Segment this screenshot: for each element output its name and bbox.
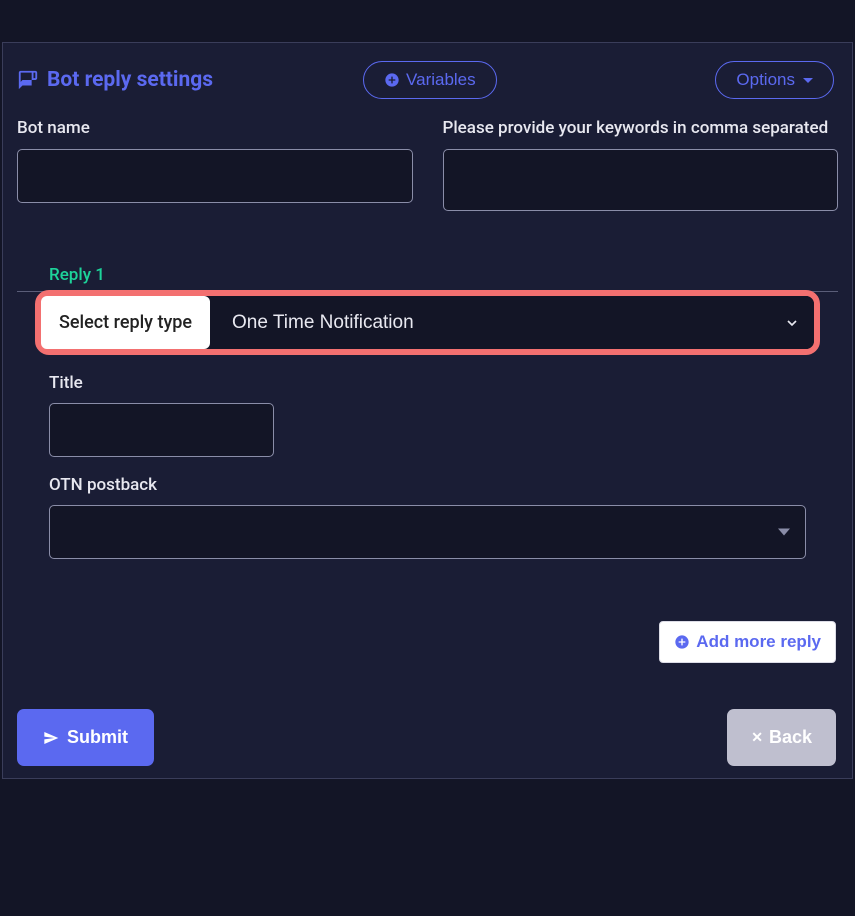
reply-type-label: Select reply type — [41, 296, 210, 349]
form-row: Bot name Please provide your keywords in… — [3, 117, 852, 211]
otn-field: OTN postback — [49, 475, 806, 559]
bot-name-field: Bot name — [17, 117, 413, 211]
otn-label: OTN postback — [49, 475, 806, 495]
title-field: Title — [49, 373, 806, 457]
footer-row: Submit ✕ Back — [17, 709, 836, 766]
submit-label: Submit — [67, 727, 128, 748]
variables-label: Variables — [406, 70, 476, 90]
keywords-label: Please provide your keywords in comma se… — [443, 117, 839, 139]
settings-panel: Bot reply settings Variables Options Bot… — [2, 42, 853, 779]
back-button[interactable]: ✕ Back — [727, 709, 836, 766]
paper-plane-icon — [43, 730, 59, 746]
reply-type-highlight: Select reply type One Time Notification — [35, 290, 820, 355]
reply-type-select-wrap: One Time Notification — [210, 296, 814, 349]
plus-circle-icon — [384, 72, 400, 88]
close-icon: ✕ — [751, 729, 763, 746]
add-more-reply-button[interactable]: Add more reply — [659, 621, 836, 663]
bot-name-input[interactable] — [17, 149, 413, 203]
header-row: Bot reply settings Variables Options — [3, 43, 852, 117]
reply-type-select[interactable]: One Time Notification — [210, 296, 814, 349]
title-input[interactable] — [49, 403, 274, 457]
variables-button[interactable]: Variables — [363, 61, 497, 99]
title-label: Title — [49, 373, 806, 393]
add-more-label: Add more reply — [696, 632, 821, 652]
keywords-field: Please provide your keywords in comma se… — [443, 117, 839, 211]
caret-down-icon — [803, 78, 813, 83]
bot-name-label: Bot name — [17, 117, 413, 139]
submit-button[interactable]: Submit — [17, 709, 154, 766]
page-title: Bot reply settings — [47, 68, 213, 92]
chat-icon — [17, 69, 39, 91]
otn-postback-select[interactable] — [49, 505, 806, 559]
options-label: Options — [736, 70, 795, 90]
plus-circle-icon — [674, 634, 690, 650]
reply-section-label: Reply 1 — [49, 265, 852, 285]
options-button[interactable]: Options — [715, 61, 834, 99]
add-more-row: Add more reply — [3, 621, 836, 663]
page-title-wrap: Bot reply settings — [17, 68, 213, 92]
back-label: Back — [769, 727, 812, 748]
keywords-input[interactable] — [443, 149, 839, 211]
